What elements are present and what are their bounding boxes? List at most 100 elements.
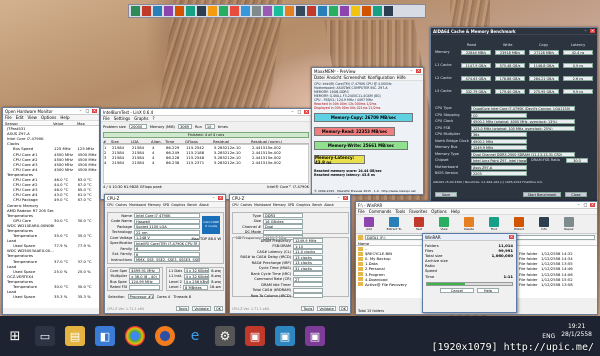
minimize-icon[interactable]: – xyxy=(409,69,414,73)
app-shortcut-icon[interactable] xyxy=(307,6,316,16)
toolbar-view-button[interactable]: View xyxy=(433,217,455,231)
app-shortcut-icon[interactable] xyxy=(208,6,217,16)
close-icon[interactable]: ✕ xyxy=(509,235,514,239)
app-icon[interactable]: ▣ xyxy=(275,326,295,346)
tab-cpu[interactable]: CPU xyxy=(232,203,238,207)
app-icon[interactable]: ▣ xyxy=(305,326,325,346)
app-shortcut-icon[interactable] xyxy=(219,6,228,16)
menu-datei[interactable]: Datei xyxy=(314,75,325,80)
tab-caches[interactable]: Caches xyxy=(115,203,127,207)
winrar-titlebar[interactable]: F:\ - WinRAR – □ ✕ xyxy=(356,202,597,209)
app-shortcut-icon[interactable] xyxy=(142,6,151,16)
ok-button[interactable]: OK xyxy=(338,306,348,311)
up-folder-icon[interactable] xyxy=(358,235,363,240)
cpuz-titlebar[interactable]: CPU-Z – ✕ xyxy=(230,195,350,202)
menu-favorites[interactable]: Favorites xyxy=(409,209,427,214)
app-shortcut-icon[interactable] xyxy=(164,6,173,16)
menu-options[interactable]: Options xyxy=(431,209,446,214)
toolbar-find-button[interactable]: Find xyxy=(483,217,505,231)
menu-file[interactable]: File xyxy=(5,115,12,120)
tab-about[interactable]: About xyxy=(199,203,208,207)
close-icon[interactable]: ✕ xyxy=(343,196,348,200)
menu-help[interactable]: ? xyxy=(152,116,154,121)
app-shortcut-icon[interactable] xyxy=(241,6,250,16)
close-icon[interactable]: ✕ xyxy=(92,109,97,113)
app-shortcut-icon[interactable] xyxy=(186,6,195,16)
maximize-icon[interactable]: □ xyxy=(583,203,588,207)
toolbar-info-button[interactable]: Info xyxy=(533,217,555,231)
menu-file[interactable]: File xyxy=(358,209,365,214)
menu-file[interactable]: File xyxy=(103,116,110,121)
app-shortcut-icon[interactable] xyxy=(384,6,393,16)
close-icon[interactable]: ✕ xyxy=(416,69,421,73)
toolbar-add-button[interactable]: Add xyxy=(358,217,380,231)
chrome-icon[interactable] xyxy=(125,326,145,346)
tab-graphics[interactable]: Graphics xyxy=(296,203,310,207)
app-shortcut-icon[interactable] xyxy=(329,6,338,16)
tray-language[interactable]: ENG xyxy=(542,333,555,340)
minimize-icon[interactable]: – xyxy=(336,196,341,200)
store-icon[interactable]: ◧ xyxy=(95,326,115,346)
minimize-icon[interactable]: – xyxy=(78,109,83,113)
column-value[interactable]: Value xyxy=(53,121,77,125)
tab-memory[interactable]: Memory xyxy=(148,203,161,207)
file-explorer-icon[interactable]: ▤ xyxy=(65,326,85,346)
toolbar-extract-to-button[interactable]: Extract To xyxy=(383,217,405,231)
help-button[interactable]: Help xyxy=(477,287,499,293)
tab-spd[interactable]: SPD xyxy=(288,203,294,207)
close-icon[interactable]: ✕ xyxy=(218,196,223,200)
processor-select[interactable]: Processor #1 xyxy=(127,294,154,299)
tab-caches[interactable]: Caches xyxy=(240,203,252,207)
runs-input[interactable]: 10 xyxy=(204,124,215,129)
app-shortcut-icon[interactable] xyxy=(197,6,206,16)
tab-mainboard[interactable]: Mainboard xyxy=(129,203,146,207)
minimize-icon[interactable]: – xyxy=(290,110,295,114)
tab-spd[interactable]: SPD xyxy=(163,203,169,207)
dialog-titlebar[interactable]: WinRAR ✕ xyxy=(423,234,516,241)
menu-commands[interactable]: Commands xyxy=(369,209,392,214)
column-sensor[interactable]: Sensor xyxy=(3,121,53,125)
close-icon[interactable]: ✕ xyxy=(590,29,595,33)
app-shortcut-icon[interactable] xyxy=(285,6,294,16)
app-shortcut-icon[interactable] xyxy=(362,6,371,16)
tray-clock[interactable]: 19:21 28/1/2558 xyxy=(561,323,592,339)
app-shortcut-icon[interactable] xyxy=(131,6,140,16)
app-shortcut-icon[interactable] xyxy=(230,6,239,16)
tab-graphics[interactable]: Graphics xyxy=(171,203,185,207)
menu-hilfe[interactable]: Hilfe xyxy=(397,75,406,80)
menu-ansicht[interactable]: Ansicht xyxy=(327,75,342,80)
app-shortcut-icon[interactable] xyxy=(153,6,162,16)
close-icon[interactable]: ✕ xyxy=(304,110,309,114)
minimize-icon[interactable]: – xyxy=(211,196,216,200)
toolbar-delete-button[interactable]: Delete xyxy=(458,217,480,231)
app-shortcut-icon[interactable] xyxy=(252,6,261,16)
toolbar-wizard-button[interactable]: Wizard xyxy=(508,217,530,231)
close-icon[interactable]: ✕ xyxy=(590,203,595,207)
problem-size-input[interactable]: 20000 xyxy=(128,124,147,129)
app-shortcut-icon[interactable] xyxy=(263,6,272,16)
edge-icon[interactable]: e xyxy=(185,326,205,346)
column-max[interactable]: Max xyxy=(77,121,99,125)
start-benchmark-button[interactable]: Start Benchmark xyxy=(523,192,561,197)
close-button[interactable]: Close xyxy=(565,192,587,197)
tab-mainboard[interactable]: Mainboard xyxy=(254,203,271,207)
validate-button[interactable]: Validate xyxy=(192,306,211,311)
menu-options[interactable]: Options xyxy=(41,115,56,120)
menu-graphs[interactable]: Graphs xyxy=(134,116,148,121)
toolbar-test-button[interactable]: Test xyxy=(408,217,430,231)
menu-konfiguration[interactable]: Konfiguration xyxy=(368,75,395,80)
menu-help[interactable]: Help xyxy=(60,115,69,120)
maximize-icon[interactable]: □ xyxy=(297,110,302,114)
tab-bench[interactable]: Bench xyxy=(187,203,197,207)
app-icon[interactable]: ▣ xyxy=(245,326,265,346)
validate-button[interactable]: Validate xyxy=(317,306,336,311)
tab-bench[interactable]: Bench xyxy=(312,203,322,207)
task-view-icon[interactable]: ▭ xyxy=(35,326,55,346)
app-shortcut-icon[interactable] xyxy=(296,6,305,16)
col-name[interactable]: Name xyxy=(358,241,418,245)
app-shortcut-icon[interactable] xyxy=(351,6,360,16)
cpuz-titlebar[interactable]: CPU-Z – ✕ xyxy=(105,195,225,202)
tab-about[interactable]: About xyxy=(324,203,333,207)
cancel-button[interactable]: Cancel xyxy=(440,287,474,293)
minimize-icon[interactable]: – xyxy=(583,29,588,33)
